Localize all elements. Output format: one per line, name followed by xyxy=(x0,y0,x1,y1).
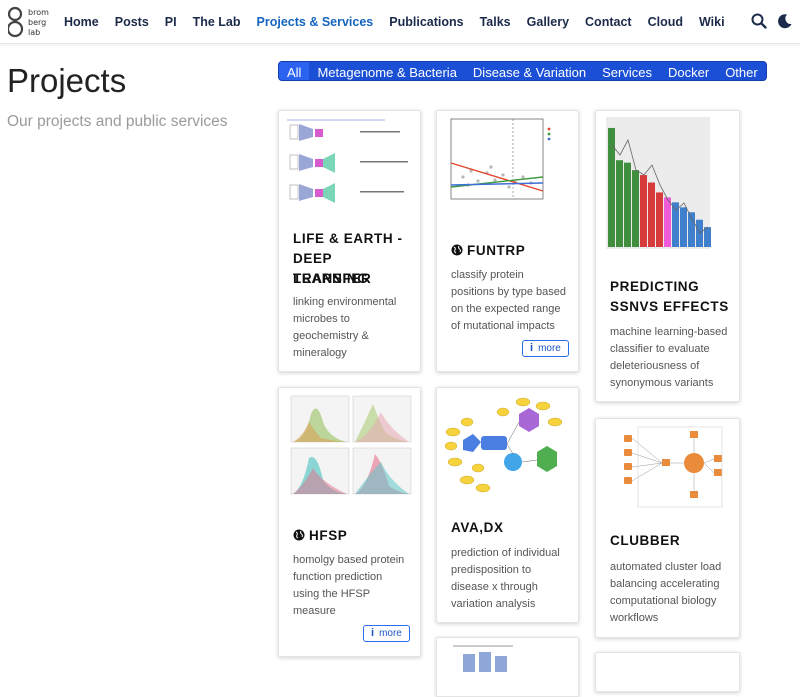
card-desc-line: computational biology xyxy=(610,595,717,607)
card-title-line: SSNVS EFFECTS xyxy=(610,299,729,314)
more-button[interactable]: i more xyxy=(522,340,569,357)
more-button-label: more xyxy=(538,343,561,354)
card-desc-line: measure xyxy=(293,605,336,617)
card-desc-line: mineralogy xyxy=(293,347,347,359)
search-icon[interactable] xyxy=(750,12,768,30)
nav-wiki[interactable]: Wiki xyxy=(699,15,725,29)
card-image-clubber-diagram xyxy=(602,423,735,515)
nav-contact[interactable]: Contact xyxy=(585,15,632,29)
card-title-line: PREDICTING xyxy=(610,279,700,294)
project-card-clubber[interactable]: CLUBBER automated cluster load balancing… xyxy=(595,418,740,638)
thumbnail-bar xyxy=(648,182,655,247)
card-desc-line: prediction of individual xyxy=(451,547,560,559)
card-title-line: FUNTRP xyxy=(451,241,568,261)
nav-posts[interactable]: Posts xyxy=(115,15,149,29)
card-desc-line: classifier to evaluate xyxy=(610,343,710,355)
card-desc-line: automated cluster load xyxy=(610,561,722,573)
filter-services[interactable]: Services xyxy=(594,62,660,80)
info-icon: i xyxy=(530,342,534,354)
card-desc-line: using the HFSP xyxy=(293,588,371,600)
card-image-funtrp-plot xyxy=(443,115,574,225)
thumbnail-bar xyxy=(680,207,687,247)
card-title-line: HFSP xyxy=(293,526,410,546)
card-desc-line: classify protein xyxy=(451,269,524,281)
filter-disease-variation[interactable]: Disease & Variation xyxy=(465,62,594,80)
card-title-line: AVA,DX xyxy=(451,520,504,535)
card-desc-line: workflows xyxy=(610,612,659,624)
card-image-ssnvs-chart xyxy=(602,115,735,255)
project-card-hfsp[interactable]: HFSP homolgy based protein function pred… xyxy=(278,387,421,657)
more-button[interactable]: i more xyxy=(363,625,410,642)
page-title: Projects xyxy=(7,62,127,99)
logo-text-1: brom xyxy=(28,8,49,17)
thumbnail-bar xyxy=(664,197,671,247)
info-icon: i xyxy=(371,627,375,639)
card-desc-line: microbes to xyxy=(293,313,350,325)
card-title-text: HFSP xyxy=(309,528,348,543)
more-button-label: more xyxy=(379,628,402,639)
card-desc-line: synonymous variants xyxy=(610,377,714,389)
card-desc-line: homolgy based protein xyxy=(293,554,405,566)
card-desc-line: linking environmental xyxy=(293,296,397,308)
project-card-partial[interactable] xyxy=(436,637,579,697)
card-title-line: LEARNING xyxy=(293,271,369,286)
project-card-funtrp[interactable]: FUNTRP classify protein positions by typ… xyxy=(436,110,579,372)
card-desc-line: deleteriousness of xyxy=(610,360,700,372)
card-desc-line: variation analysis xyxy=(451,598,536,610)
lab-logo[interactable]: brom berg lab xyxy=(8,5,49,39)
thumbnail-bar xyxy=(616,160,623,247)
card-image-avadx-diagram xyxy=(443,392,574,502)
nav-gallery[interactable]: Gallery xyxy=(527,15,569,29)
card-desc-line: function prediction xyxy=(293,571,383,583)
nav-cloud[interactable]: Cloud xyxy=(648,15,683,29)
nav-pi[interactable]: PI xyxy=(165,15,177,29)
filter-metagenome-bacteria[interactable]: Metagenome & Bacteria xyxy=(309,62,464,80)
card-desc-line: balancing accelerating xyxy=(610,578,720,590)
thumbnail-bar xyxy=(624,162,631,247)
card-title-line: CLUBBER xyxy=(610,533,681,548)
project-card-partial[interactable] xyxy=(595,652,740,692)
card-title-text: FUNTRP xyxy=(467,243,526,258)
logo-text-3: lab xyxy=(28,28,41,37)
card-desc-line: of mutational impacts xyxy=(451,320,555,332)
thumbnail-bar xyxy=(704,227,711,247)
card-desc-line: predisposition to xyxy=(451,564,532,576)
card-image-deep-transfer xyxy=(285,115,416,219)
navbar: brom berg lab Home Posts PI The Lab Proj… xyxy=(0,0,800,44)
nav-talks[interactable]: Talks xyxy=(480,15,511,29)
thumbnail-bar xyxy=(696,219,703,247)
globe-icon xyxy=(293,529,305,541)
nav-links: Home Posts PI The Lab Projects & Service… xyxy=(56,0,733,44)
card-title-line: LIFE & EARTH - xyxy=(293,231,403,246)
card-image-hfsp-plot xyxy=(285,392,416,500)
filter-bar: All Metagenome & Bacteria Disease & Vari… xyxy=(278,61,767,81)
card-desc-line: machine learning-based xyxy=(610,326,728,338)
nav-the-lab[interactable]: The Lab xyxy=(193,15,241,29)
globe-icon xyxy=(451,244,463,256)
card-desc-line: geochemistry & xyxy=(293,330,369,342)
thumbnail-bar xyxy=(632,170,639,247)
card-image-partial-chart xyxy=(443,642,574,672)
thumbnail-bar xyxy=(640,175,647,247)
nav-home[interactable]: Home xyxy=(64,15,99,29)
filter-docker[interactable]: Docker xyxy=(660,62,717,80)
card-desc-line: positions by type based xyxy=(451,286,566,298)
thumbnail-bar xyxy=(656,192,663,247)
nav-publications[interactable]: Publications xyxy=(389,15,463,29)
logo-text-2: berg xyxy=(28,18,47,27)
dark-mode-moon-icon[interactable] xyxy=(776,12,794,30)
project-card-avadx[interactable]: AVA,DX prediction of individual predispo… xyxy=(436,387,579,623)
card-desc-line: disease x through xyxy=(451,581,538,593)
filter-all[interactable]: All xyxy=(279,62,310,80)
project-card-life-earth[interactable]: LIFE & EARTH - DEEP TRANSFER LEARNING li… xyxy=(278,110,421,372)
filter-other[interactable]: Other xyxy=(717,62,766,80)
project-card-ssnvs[interactable]: PREDICTING SSNVS EFFECTS machine learnin… xyxy=(595,110,740,402)
thumbnail-bar xyxy=(608,127,615,247)
nav-projects-services[interactable]: Projects & Services xyxy=(257,15,374,29)
card-desc-line: on the expected range xyxy=(451,303,561,315)
page-subtitle: Our projects and public services xyxy=(7,113,228,130)
